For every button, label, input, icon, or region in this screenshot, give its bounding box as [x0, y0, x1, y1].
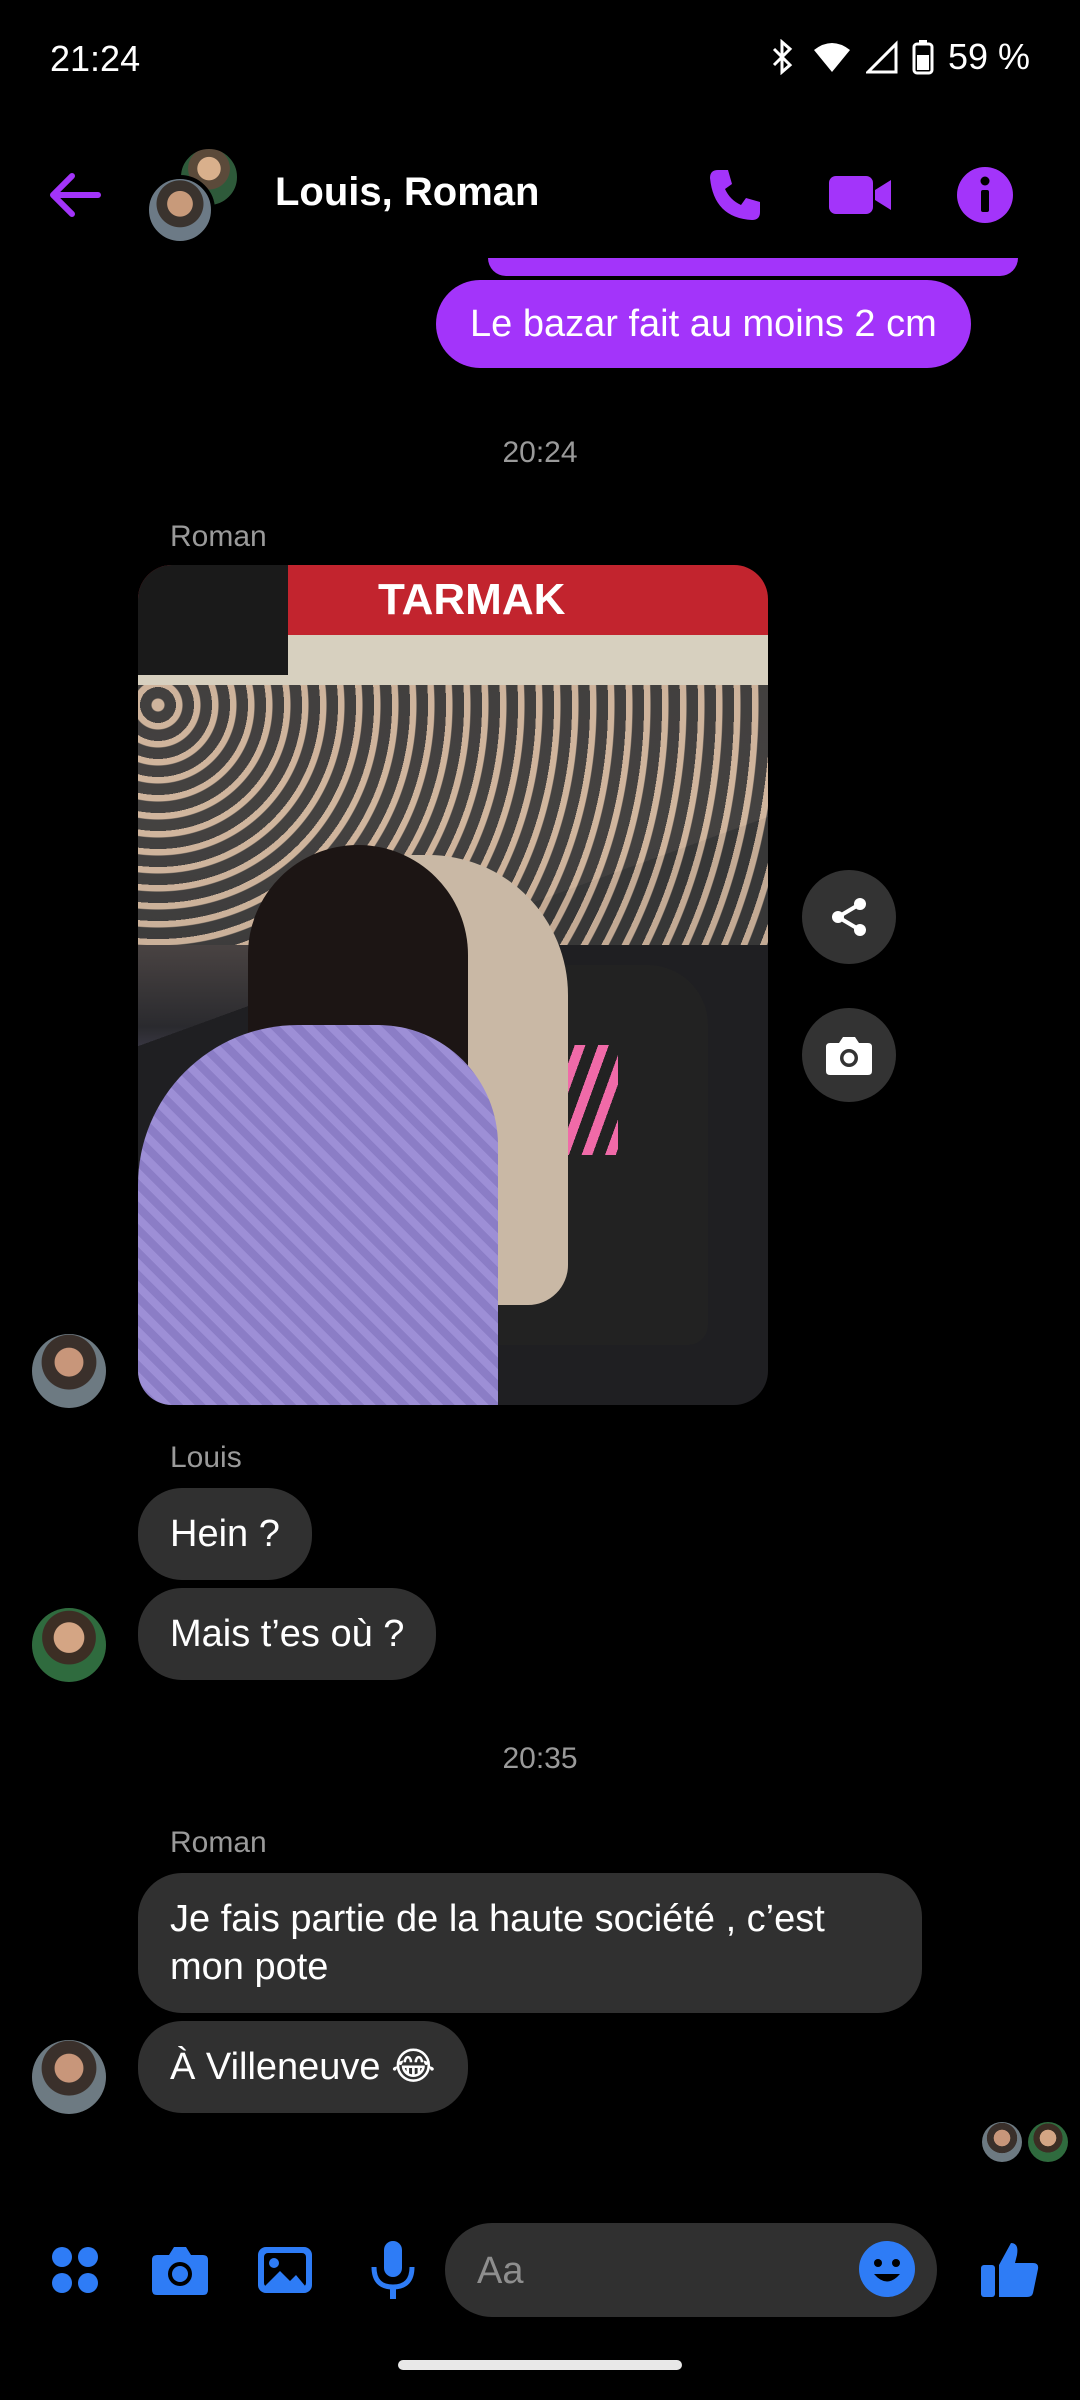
sender-name: Roman: [170, 520, 267, 553]
camera-icon: [826, 1037, 872, 1075]
photo-scoreboard: [138, 565, 288, 675]
thumbs-up-icon[interactable]: [975, 2235, 1045, 2305]
image-icon[interactable]: [250, 2235, 320, 2305]
info-icon[interactable]: [950, 160, 1020, 230]
message-input-placeholder: Aa: [477, 2250, 524, 2292]
back-arrow-icon[interactable]: [40, 160, 110, 230]
sender-name: Roman: [170, 1826, 267, 1859]
incoming-message[interactable]: Mais t’es où ?: [138, 1588, 437, 1680]
photo-foreground-sweater: [138, 1025, 498, 1405]
composer-bar: Aa: [0, 2215, 1080, 2325]
group-avatar[interactable]: [145, 145, 245, 245]
avatar-roman[interactable]: [32, 1334, 106, 1408]
mic-icon[interactable]: [358, 2235, 428, 2305]
bluetooth-icon: [772, 39, 793, 75]
outgoing-message[interactable]: Le bazar fait au moins 2 cm: [436, 280, 971, 368]
previous-outgoing-bubble: [488, 258, 1018, 276]
status-bar: 21:24 59 %: [0, 0, 1080, 120]
avatar-louis: [145, 175, 215, 245]
home-indicator[interactable]: [398, 2360, 682, 2370]
sender-name: Louis: [170, 1441, 242, 1474]
status-icons: 59 %: [768, 36, 1030, 78]
battery-percentage: 59 %: [947, 36, 1030, 77]
conversation-title[interactable]: Louis, Roman: [275, 170, 539, 215]
signal-icon: [865, 40, 898, 74]
share-icon: [832, 898, 866, 936]
incoming-message[interactable]: Je fais partie de la haute société , c’e…: [138, 1873, 922, 2013]
avatar-roman[interactable]: [32, 2040, 106, 2114]
wifi-icon: [813, 43, 850, 72]
phone-icon[interactable]: [700, 160, 770, 230]
battery-icon: [912, 40, 934, 75]
emoji-icon[interactable]: [855, 2237, 919, 2301]
video-icon[interactable]: [825, 160, 895, 230]
status-time: 21:24: [50, 38, 141, 79]
camera-button[interactable]: [802, 1008, 896, 1102]
incoming-message[interactable]: Hein ?: [138, 1488, 312, 1580]
share-button[interactable]: [802, 870, 896, 964]
seen-avatar-roman: [982, 2122, 1022, 2162]
camera-icon[interactable]: [145, 2235, 215, 2305]
timestamp: 20:24: [502, 436, 578, 469]
message-input[interactable]: Aa: [445, 2223, 937, 2317]
incoming-message[interactable]: À Villeneuve 😂: [138, 2021, 468, 2113]
apps-icon[interactable]: [40, 2235, 110, 2305]
avatar-louis[interactable]: [32, 1608, 106, 1682]
seen-avatar-louis: [1028, 2122, 1068, 2162]
photo-banner-text: TARMAK: [378, 575, 566, 624]
shared-photo[interactable]: TARMAK: [138, 565, 768, 1405]
conversation-header: Louis, Roman: [0, 130, 1080, 260]
timestamp: 20:35: [502, 1742, 578, 1775]
